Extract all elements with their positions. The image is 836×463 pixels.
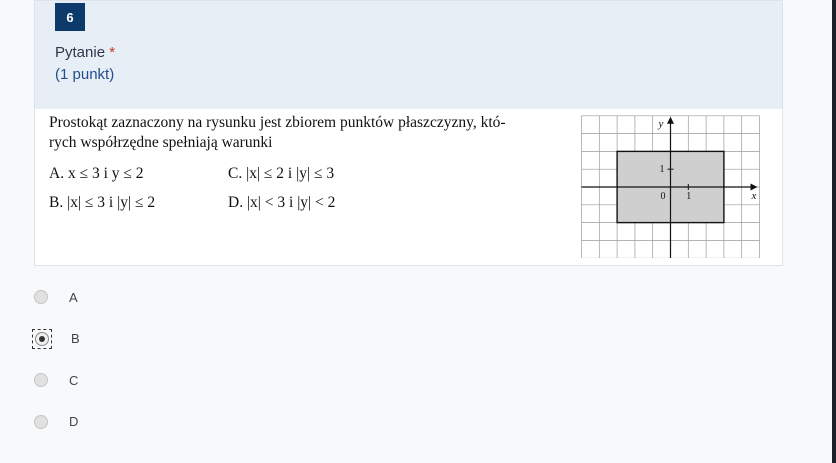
question-number-badge: 6 — [55, 3, 85, 31]
y-axis-arrow — [667, 116, 674, 124]
question-statement: Prostokąt zaznaczony na rysunku jest zbi… — [49, 113, 569, 153]
question-header: 6 Pytanie * (1 punkt) — [35, 1, 782, 109]
origin-label: 0 — [661, 191, 666, 202]
answer-label: B — [71, 331, 80, 346]
statement-line-2: rych współrzędne spełniają warunki — [49, 134, 273, 151]
question-card: 6 Pytanie * (1 punkt) Prostokąt zaznaczo… — [34, 0, 783, 266]
radio-button[interactable] — [34, 373, 48, 387]
answer-option-d[interactable]: D — [34, 410, 234, 434]
answer-option-c[interactable]: C — [34, 368, 234, 392]
radio-button[interactable] — [34, 414, 48, 429]
focus-outline — [32, 328, 52, 349]
radio-button[interactable] — [35, 331, 49, 346]
answer-label: D — [69, 414, 79, 429]
y-axis-label: y — [658, 118, 664, 130]
option-b-text: B. |x| ≤ 3 i |y| ≤ 2 — [49, 194, 156, 211]
required-mark: * — [109, 44, 116, 61]
option-a-text: A. x ≤ 3 i y ≤ 2 — [49, 165, 144, 182]
option-c-text: C. |x| ≤ 2 i |y| ≤ 3 — [228, 165, 335, 182]
coordinate-figure: y x 1 1 0 — [581, 115, 760, 258]
x-axis-label: x — [751, 190, 757, 202]
radio-button[interactable] — [34, 290, 48, 304]
y-tick-label: 1 — [660, 164, 665, 175]
question-points: (1 punkt) — [55, 66, 115, 83]
question-label-text: Pytanie — [55, 44, 106, 61]
window-edge — [832, 0, 836, 463]
x-tick-label: 1 — [686, 191, 691, 202]
answer-option-b[interactable]: B — [32, 327, 234, 351]
option-d-text: D. |x| < 3 i |y| < 2 — [228, 194, 336, 211]
answer-label: A — [69, 289, 78, 305]
answer-option-a[interactable]: A — [34, 285, 234, 309]
answer-label: C — [69, 372, 79, 388]
statement-line-1: Prostokąt zaznaczony na rysunku jest zbi… — [49, 114, 506, 131]
question-label: Pytanie * — [55, 44, 115, 61]
radio-selected-dot — [39, 335, 45, 342]
